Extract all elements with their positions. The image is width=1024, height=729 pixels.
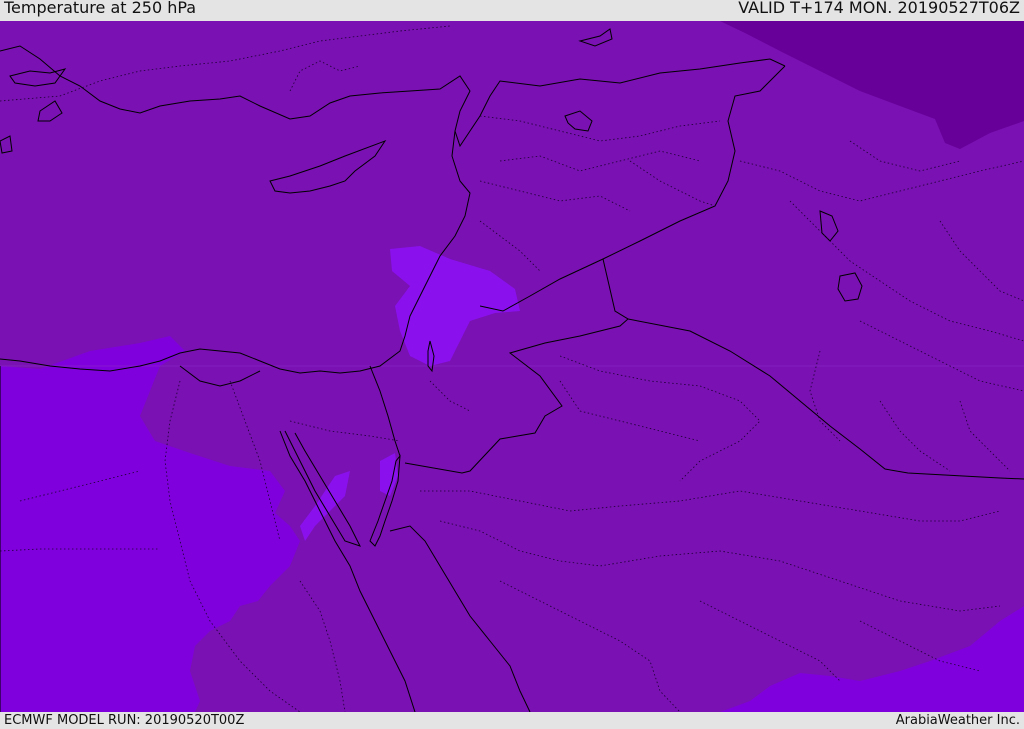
model-run-label: ECMWF MODEL RUN: 20190520T00Z <box>4 713 245 728</box>
footer-bar: ECMWF MODEL RUN: 20190520T00Z ArabiaWeat… <box>0 712 1024 729</box>
valid-time-label: VALID T+174 MON. 20190527T06Z <box>738 0 1020 17</box>
map-canvas <box>0 21 1024 712</box>
header-bar: Temperature at 250 hPa VALID T+174 MON. … <box>0 0 1024 21</box>
weather-map-frame: Temperature at 250 hPa VALID T+174 MON. … <box>0 0 1024 729</box>
temperature-map[interactable] <box>0 21 1024 712</box>
credit-label: ArabiaWeather Inc. <box>895 713 1020 728</box>
map-title: Temperature at 250 hPa <box>4 0 197 17</box>
